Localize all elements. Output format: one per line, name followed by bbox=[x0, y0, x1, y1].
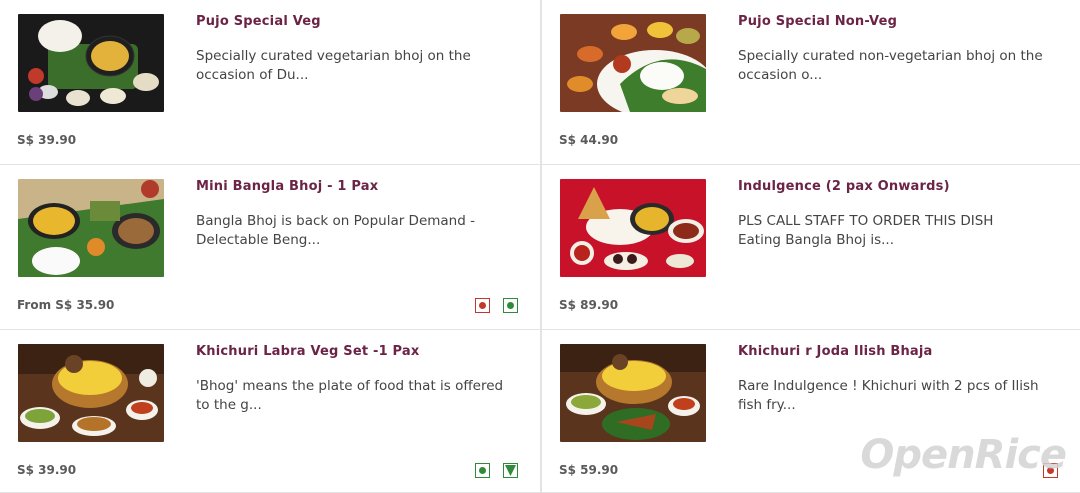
menu-grid: Pujo Special Veg Specially curated veget… bbox=[0, 0, 1080, 493]
dish-photo[interactable] bbox=[18, 344, 164, 442]
dish-description: Rare Indulgence ! Khichuri with 2 pcs of… bbox=[738, 378, 1039, 413]
dish-photo[interactable] bbox=[560, 14, 706, 112]
dish-description: Specially curated vegetarian bhoj on the… bbox=[196, 48, 471, 83]
dish-title[interactable]: Indulgence (2 pax Onwards) bbox=[738, 179, 950, 194]
openrice-watermark-logo: OpenRice bbox=[860, 432, 1067, 478]
diet-tags bbox=[475, 463, 518, 478]
dish-price: S$ 39.90 bbox=[17, 463, 77, 477]
dish-description: Specially curated non-vegetarian bhoj on… bbox=[738, 48, 1043, 83]
menu-item-card[interactable]: Pujo Special Veg Specially curated veget… bbox=[0, 0, 541, 165]
dish-description: PLS CALL STAFF TO ORDER THIS DISH Eating… bbox=[738, 212, 1058, 250]
menu-item-card[interactable]: Khichuri r Joda Ilish Bhaja Rare Indulge… bbox=[541, 330, 1080, 493]
dish-price: S$ 39.90 bbox=[17, 133, 77, 147]
dish-description-line: Eating Bangla Bhoj is... bbox=[738, 232, 895, 248]
dish-photo[interactable] bbox=[560, 344, 706, 442]
dish-description: 'Bhog' means the plate of food that is o… bbox=[196, 378, 504, 413]
dish-title[interactable]: Mini Bangla Bhoj - 1 Pax bbox=[196, 179, 378, 194]
dish-title[interactable]: Khichuri Labra Veg Set -1 Pax bbox=[196, 344, 420, 359]
vegan-icon bbox=[503, 463, 518, 478]
dish-photo[interactable] bbox=[560, 179, 706, 277]
dish-photo[interactable] bbox=[18, 14, 164, 112]
dish-title[interactable]: Pujo Special Non-Veg bbox=[738, 14, 897, 29]
dish-price: S$ 89.90 bbox=[559, 298, 619, 312]
menu-item-card[interactable]: Khichuri Labra Veg Set -1 Pax 'Bhog' mea… bbox=[0, 330, 541, 493]
dish-price: S$ 44.90 bbox=[559, 133, 619, 147]
dish-photo[interactable] bbox=[18, 179, 164, 277]
diet-tags bbox=[475, 298, 518, 313]
dish-description-line: PLS CALL STAFF TO ORDER THIS DISH bbox=[738, 213, 994, 229]
non-veg-icon bbox=[475, 298, 490, 313]
menu-item-card[interactable]: Mini Bangla Bhoj - 1 Pax Bangla Bhoj is … bbox=[0, 165, 541, 330]
veg-icon bbox=[503, 298, 518, 313]
veg-icon bbox=[475, 463, 490, 478]
dish-title[interactable]: Khichuri r Joda Ilish Bhaja bbox=[738, 344, 933, 359]
menu-item-card[interactable]: Indulgence (2 pax Onwards) PLS CALL STAF… bbox=[541, 165, 1080, 330]
dish-price: From S$ 35.90 bbox=[17, 298, 115, 312]
dish-title[interactable]: Pujo Special Veg bbox=[196, 14, 321, 29]
menu-item-card[interactable]: Pujo Special Non-Veg Specially curated n… bbox=[541, 0, 1080, 165]
dish-description: Bangla Bhoj is back on Popular Demand - … bbox=[196, 213, 475, 248]
dish-price: S$ 59.90 bbox=[559, 463, 619, 477]
